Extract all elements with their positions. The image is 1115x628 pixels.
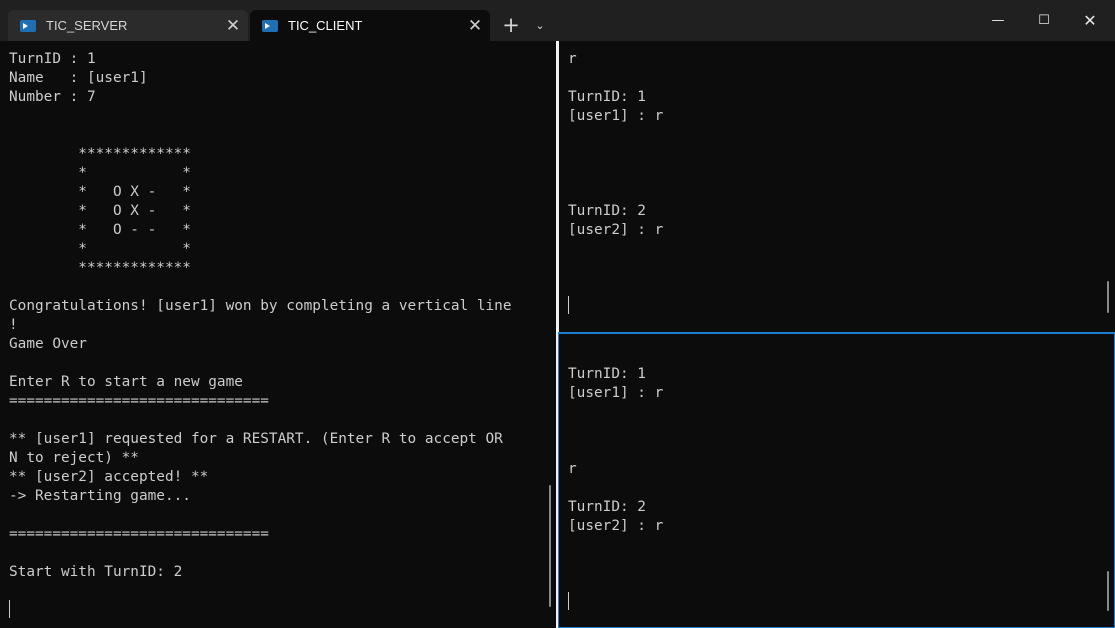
terminal-window: TIC_SERVER ✕ TIC_CLIENT ✕ + ⌄ — ☐ ✕ Turn… — [0, 0, 1115, 628]
terminal-output: TurnID: 1 [user1] : r r TurnID: 2 [user2… — [568, 366, 664, 534]
terminal-pane-client-1[interactable]: r TurnID: 1 [user1] : r TurnID: 2 [user2… — [559, 41, 1115, 331]
tab-label: TIC_CLIENT — [288, 18, 363, 33]
maximize-button[interactable]: ☐ — [1021, 0, 1067, 41]
new-tab-button[interactable]: + — [494, 10, 528, 40]
minimize-button[interactable]: — — [975, 0, 1021, 41]
terminal-output: TurnID : 1 Name : [user1] Number : 7 ***… — [9, 51, 512, 580]
terminal-output: r TurnID: 1 [user1] : r TurnID: 2 [user2… — [568, 51, 664, 238]
text-cursor — [9, 600, 10, 618]
chevron-down-icon[interactable]: ⌄ — [528, 10, 552, 40]
tab-tic-server[interactable]: TIC_SERVER ✕ — [8, 10, 248, 41]
tab-close-icon[interactable]: ✕ — [218, 16, 248, 36]
scrollbar[interactable] — [1107, 571, 1109, 611]
scrollbar[interactable] — [549, 485, 551, 607]
title-bar: TIC_SERVER ✕ TIC_CLIENT ✕ + ⌄ — ☐ ✕ — [0, 0, 1115, 41]
text-cursor — [568, 296, 569, 314]
tab-label: TIC_SERVER — [46, 18, 128, 33]
tab-close-icon[interactable]: ✕ — [460, 16, 490, 36]
close-window-button[interactable]: ✕ — [1067, 0, 1113, 41]
terminal-pane-client-2[interactable]: TurnID: 1 [user1] : r r TurnID: 2 [user2… — [558, 332, 1115, 628]
terminal-pane-server[interactable]: TurnID : 1 Name : [user1] Number : 7 ***… — [0, 41, 556, 628]
text-cursor — [568, 592, 569, 610]
scrollbar[interactable] — [1107, 281, 1109, 313]
powershell-icon — [20, 19, 36, 32]
powershell-icon — [262, 19, 278, 32]
tab-tic-client[interactable]: TIC_CLIENT ✕ — [250, 10, 490, 41]
